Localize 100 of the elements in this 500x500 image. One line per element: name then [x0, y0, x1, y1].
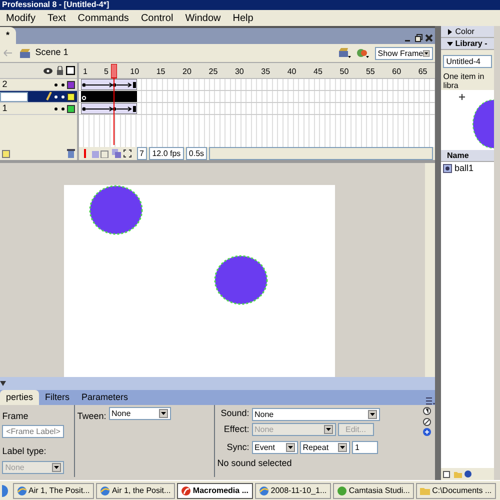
frame-number: 35	[261, 66, 270, 78]
onion-markers-icon[interactable]	[123, 149, 132, 158]
dropdown-arrow-icon[interactable]	[423, 48, 430, 58]
collapse-icon[interactable]	[0, 380, 6, 386]
playhead[interactable]	[111, 64, 118, 145]
new-symbol-icon[interactable]	[443, 470, 452, 478]
tween-label: Tween:	[77, 410, 106, 422]
collapsed-arrow-icon[interactable]	[447, 28, 453, 34]
frame-number: 5	[104, 66, 108, 78]
flash-icon	[180, 486, 191, 496]
lock-dot-icon[interactable]	[60, 82, 64, 86]
sound-select[interactable]: None	[252, 408, 380, 420]
close-icon[interactable]	[424, 34, 433, 42]
panel-title: Color	[455, 26, 474, 38]
menu-item[interactable]: Commands	[78, 10, 129, 26]
menu-item[interactable]: Window	[185, 10, 221, 26]
accessibility-icon[interactable]	[422, 428, 430, 436]
dropdown-arrow-icon[interactable]	[368, 410, 376, 418]
ball-preview-drawing	[441, 90, 494, 150]
options-menu-icon[interactable]	[426, 397, 435, 405]
eye-icon[interactable]	[43, 66, 54, 74]
taskbar-button[interactable]: C:\Documents ...	[416, 482, 496, 498]
scene-icon	[18, 48, 31, 58]
current-frame: 7	[136, 147, 147, 160]
repeat-select[interactable]: Repeat	[300, 441, 350, 454]
label-type-label: Label type:	[2, 445, 48, 458]
frame-number: 20	[182, 66, 192, 78]
layer-name-field[interactable]	[0, 92, 28, 102]
visibility-dot-icon[interactable]	[54, 82, 58, 86]
properties-icon[interactable]	[464, 470, 472, 478]
taskbar-button[interactable]: Macromedia ...	[176, 482, 252, 498]
onion-skin-icon[interactable]	[92, 149, 110, 158]
restore-icon[interactable]	[414, 34, 422, 42]
edit-icon[interactable]	[422, 418, 430, 426]
outline-icon[interactable]	[66, 66, 75, 75]
repeat-count-field[interactable]: 1	[352, 441, 378, 454]
dropdown-arrow-icon[interactable]	[158, 409, 168, 418]
elapsed-time: 0.5s	[186, 147, 208, 160]
ball-drawing	[214, 255, 268, 306]
horizontal-scrollbar[interactable]	[209, 147, 433, 160]
frame-label-field[interactable]: <Frame Label>	[2, 425, 64, 438]
menu-item[interactable]: Modify	[6, 10, 36, 26]
frame-number: 30	[234, 66, 244, 78]
help-icon[interactable]	[422, 407, 430, 416]
frame-number: 60	[392, 66, 402, 78]
dropdown-arrow-icon[interactable]	[338, 443, 347, 452]
browser-icon	[16, 486, 26, 496]
document-tab[interactable]: *	[0, 26, 16, 44]
panel-tab[interactable]: perties	[0, 390, 40, 405]
menu-item[interactable]: Help	[232, 10, 254, 26]
sound-label: Sound:	[220, 407, 250, 420]
library-select[interactable]: Untitled-4	[443, 54, 492, 68]
frame-rate: 12.0 fps	[149, 147, 184, 160]
frame-number: 45	[314, 66, 322, 78]
frame-number: 55	[366, 66, 375, 78]
pencil-icon	[46, 92, 52, 101]
panel-header[interactable]: Color	[441, 26, 494, 38]
view-select[interactable]: Show Frame	[374, 46, 433, 60]
panel-tab[interactable]: Filters	[39, 390, 76, 405]
visibility-dot-icon[interactable]	[54, 106, 58, 110]
visibility-dot-icon[interactable]	[54, 94, 58, 98]
sync-select[interactable]: Event	[252, 441, 298, 454]
edit-scene-icon[interactable]	[338, 47, 352, 59]
lock-dot-icon[interactable]	[60, 94, 64, 98]
frame-number: 15	[156, 66, 166, 78]
folder-icon	[420, 486, 430, 496]
browser-icon	[258, 486, 269, 496]
edit-symbols-icon[interactable]	[356, 47, 370, 59]
library-column-header[interactable]: Name	[441, 150, 494, 162]
layer-name: 2	[1, 78, 8, 91]
lock-dot-icon[interactable]	[60, 106, 64, 110]
add-layer-icon[interactable]	[2, 150, 10, 158]
frame-number: 65	[418, 66, 428, 78]
app-icon[interactable]	[2, 484, 10, 498]
panel-tab[interactable]: Parameters	[76, 390, 134, 405]
vertical-scrollbar[interactable]	[425, 163, 435, 377]
ball-drawing	[89, 185, 143, 236]
menu-item[interactable]: Control	[140, 10, 174, 26]
trash-icon[interactable]	[66, 149, 75, 158]
browser-icon	[100, 486, 110, 496]
layer-row[interactable]	[0, 91, 77, 103]
taskbar-button[interactable]: Camtasia Studi...	[332, 482, 414, 498]
lock-icon[interactable]	[56, 66, 64, 75]
library-summary: One item in libra	[442, 72, 486, 90]
panel-title: Library -	[455, 38, 488, 50]
taskbar-button[interactable]: 2008-11-10_1...	[254, 482, 331, 498]
frame-heading: Frame	[2, 410, 30, 422]
tween-select[interactable]: None	[108, 407, 171, 420]
taskbar-button[interactable]: Air 1, the Posit...	[96, 482, 175, 498]
taskbar-button[interactable]: Air 1, The Posit...	[12, 482, 94, 498]
frame-number: 25	[208, 66, 218, 78]
dropdown-arrow-icon[interactable]	[286, 443, 294, 452]
expanded-arrow-icon[interactable]	[447, 40, 453, 46]
layer-row[interactable]: 1	[0, 103, 77, 115]
library-item[interactable]: ball1	[441, 162, 494, 176]
frame-number: 1	[83, 66, 88, 78]
scene-name: Scene 1	[35, 46, 68, 60]
panel-header[interactable]: Library -	[441, 38, 494, 50]
menu-item[interactable]: Text	[47, 10, 66, 26]
layer-name: 1	[1, 102, 8, 115]
